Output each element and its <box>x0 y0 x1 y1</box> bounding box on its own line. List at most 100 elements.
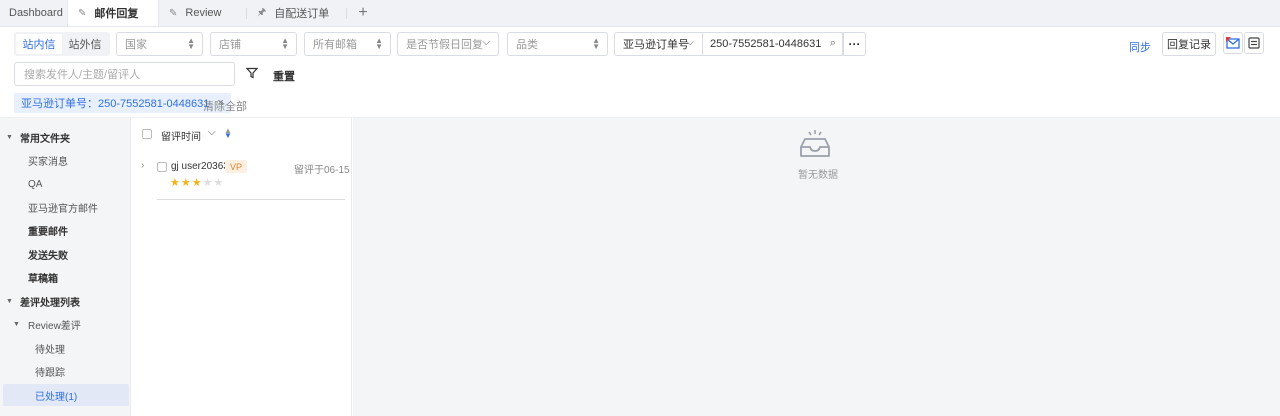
sidebar-group-negative-reviews[interactable]: ▼ 差评处理列表 <box>0 290 131 312</box>
caret-down-icon: ▼ <box>13 320 20 328</box>
select-value: 亚马逊订单号 <box>623 39 689 51</box>
tab-bar: Dashboard ✎ 邮件回复 ✎ Review 🖈 自配送订单 + <box>0 0 1280 27</box>
tab-label: 自配送订单 <box>274 8 330 20</box>
sidebar-item-label: 买家消息 <box>28 156 68 168</box>
folder-sidebar: ▼ 常用文件夹 买家消息 QA 亚马逊官方邮件 重要邮件 发送失败 草稿箱 ▼ … <box>0 117 131 416</box>
sidebar-item-qa[interactable]: QA <box>0 173 131 195</box>
pin-icon: ✎ <box>169 7 178 19</box>
sidebar-item-label: 待处理 <box>35 344 65 356</box>
sidebar-item-drafts[interactable]: 草稿箱 <box>0 266 131 288</box>
filter-icon[interactable] <box>246 67 258 79</box>
chevron-right-icon[interactable]: › <box>141 160 144 171</box>
country-select[interactable]: 国家 ▲ ▼ <box>116 32 203 56</box>
sort-caret-icon: ▲ ▼ <box>375 36 383 51</box>
sort-caret-icon: ▲ ▼ <box>592 36 600 51</box>
search-icon[interactable]: ⌕ <box>830 37 836 50</box>
star-icon: ★ <box>180 177 192 189</box>
sidebar-item-buyer-messages[interactable]: 买家消息 <box>0 149 131 171</box>
sidebar-item-tracking[interactable]: 待跟踪 <box>0 360 131 382</box>
sidebar-item-label: 亚马逊官方邮件 <box>28 203 98 215</box>
sidebar-group-common[interactable]: ▼ 常用文件夹 <box>0 126 131 148</box>
reset-button[interactable]: 重置 <box>273 68 295 84</box>
chevron-down-icon[interactable]: ⌵ <box>208 127 216 138</box>
sidebar-item-label: 常用文件夹 <box>20 133 70 145</box>
chevron-down-icon: ⌵ <box>686 37 694 48</box>
list-view-button[interactable] <box>1244 32 1264 54</box>
search-type-select[interactable]: 亚马逊订单号 ⌵ <box>614 32 703 56</box>
sidebar-item-label: QA <box>28 178 43 190</box>
detail-pane: 暂无数据 <box>353 117 1280 416</box>
tab-review[interactable]: ✎ Review <box>159 0 247 26</box>
reviewer-name: gj user20363 <box>171 161 229 172</box>
mailbox-select[interactable]: 所有邮箱 ▲ ▼ <box>304 32 391 56</box>
sidebar-item-label: 重要邮件 <box>28 226 68 238</box>
tab-label: Dashboard <box>9 7 63 19</box>
reply-record-button[interactable]: 回复记录 <box>1162 32 1216 56</box>
sidebar-item-pending[interactable]: 待处理 <box>0 337 131 359</box>
mail-view-button[interactable] <box>1223 32 1243 54</box>
sidebar-group-review-negative[interactable]: ▼ Review差评 <box>0 313 131 335</box>
search-placeholder: 搜索发件人/主题/留评人 <box>24 69 141 81</box>
star-rating: ★★★★★ <box>170 176 224 189</box>
select-value: 是否节假日回复 <box>406 39 483 51</box>
sort-caret-icon: ▲ ▼ <box>187 36 195 51</box>
segment-internal[interactable]: 站内信 <box>16 34 62 54</box>
select-value: 店铺 <box>219 39 241 51</box>
segment-external[interactable]: 站外信 <box>62 34 108 54</box>
review-time: 留评于06-15 <box>294 165 350 176</box>
select-value: 国家 <box>125 39 147 51</box>
star-icon: ★ <box>191 177 203 189</box>
sidebar-item-important[interactable]: 重要邮件 <box>0 219 131 241</box>
category-select[interactable]: 品类 ▲ ▼ <box>507 32 608 56</box>
search-input[interactable]: 搜索发件人/主题/留评人 <box>14 62 235 86</box>
sidebar-item-label: 待跟踪 <box>35 367 65 379</box>
sort-order-icon[interactable]: ▲ ▼ <box>224 127 232 140</box>
vp-badge: VP <box>225 160 248 173</box>
more-button[interactable]: ··· <box>843 32 866 56</box>
active-filter-chip: 亚马逊订单号：250-7552581-0448631 × <box>14 93 231 113</box>
sort-label: 留评时间 <box>161 132 201 143</box>
sidebar-item-label: 草稿箱 <box>28 273 58 285</box>
pin-icon: ✎ <box>78 7 87 19</box>
star-icon: ★ <box>202 177 214 189</box>
mail-type-segment: 站内信 站外信 <box>14 32 110 56</box>
caret-down-icon: ▼ <box>6 133 13 141</box>
sidebar-item-processed[interactable]: 已处理(1) <box>3 384 129 406</box>
select-value: 所有邮箱 <box>313 39 357 51</box>
select-value: 品类 <box>516 39 538 51</box>
tab-dashboard[interactable]: Dashboard <box>0 0 67 26</box>
sidebar-item-label: 差评处理列表 <box>20 297 80 309</box>
star-icon: ★ <box>170 177 181 189</box>
order-search-input[interactable]: 250-7552581-0448631 ⌕ <box>702 32 843 56</box>
sidebar-item-send-failed[interactable]: 发送失败 <box>0 243 131 265</box>
caret-down-icon: ▼ <box>6 297 13 305</box>
divider <box>157 199 345 200</box>
empty-state-text: 暂无数据 <box>798 170 838 181</box>
sync-link[interactable]: 同步 <box>1129 39 1151 55</box>
add-tab-button[interactable]: + <box>347 0 379 26</box>
empty-inbox-icon <box>800 130 830 157</box>
sidebar-item-label: 发送失败 <box>28 250 68 262</box>
input-value: 250-7552581-0448631 <box>710 38 822 50</box>
tab-mail-reply[interactable]: ✎ 邮件回复 <box>67 0 159 26</box>
select-all-checkbox[interactable] <box>142 129 152 139</box>
mail-icon <box>1226 37 1240 49</box>
clear-all-link[interactable]: 清除全部 <box>203 98 247 114</box>
message-list: 留评时间 ⌵ ▲ ▼ › gj user20363 VP 留评于06-15 ★★★… <box>132 117 352 416</box>
tab-label: Review <box>185 7 222 19</box>
sidebar-item-label: 已处理(1) <box>35 391 78 403</box>
tab-label: 邮件回复 <box>94 8 139 20</box>
sort-caret-icon: ▲ ▼ <box>281 36 289 51</box>
filter-bar: 站内信 站外信 国家 ▲ ▼ 店铺 ▲ ▼ 所有邮箱 ▲ ▼ 是否节假日回复 ⌵ 品类… <box>0 27 1280 117</box>
holiday-select[interactable]: 是否节假日回复 ⌵ <box>397 32 499 56</box>
sidebar-item-label: Review差评 <box>28 320 81 332</box>
sidebar-item-amazon-official[interactable]: 亚马逊官方邮件 <box>0 196 131 218</box>
store-select[interactable]: 店铺 ▲ ▼ <box>210 32 297 56</box>
list-view-icon <box>1248 37 1260 49</box>
row-checkbox[interactable] <box>157 162 167 172</box>
pin-icon: 🖈 <box>257 6 267 18</box>
tab-self-delivery[interactable]: 🖈 自配送订单 <box>247 0 347 26</box>
chip-label: 亚马逊订单号：250-7552581-0448631 <box>21 98 210 110</box>
chevron-down-icon: ⌵ <box>482 37 490 48</box>
star-icon: ★ <box>213 177 225 189</box>
